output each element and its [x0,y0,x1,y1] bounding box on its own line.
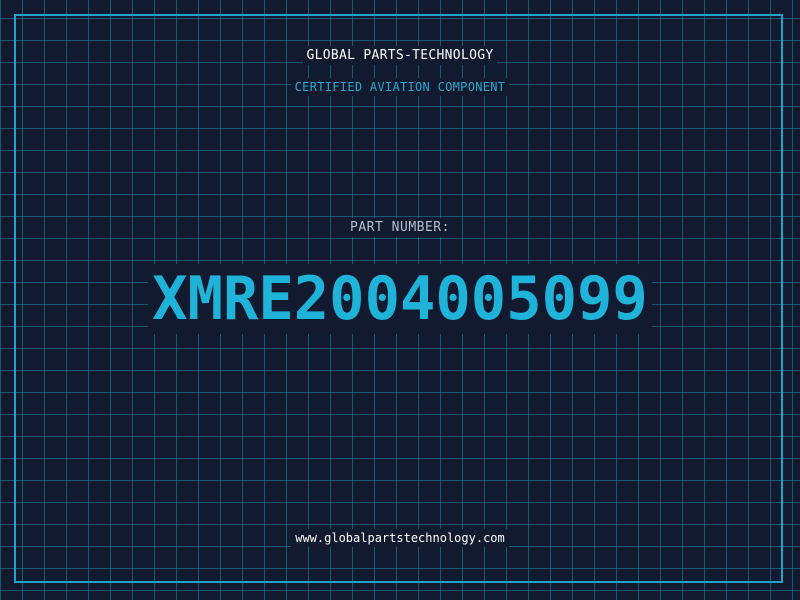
website-row: www.globalpartstechnology.com [0,529,800,547]
website-url: www.globalpartstechnology.com [291,529,509,547]
part-number-label: PART NUMBER: [346,218,454,237]
part-number-value: XMRE2004005099 [148,264,652,334]
subtitle-row: CERTIFIED AVIATION COMPONENT [0,78,800,96]
company-name: GLOBAL PARTS-TECHNOLOGY [302,46,498,65]
company-name-row: GLOBAL PARTS-TECHNOLOGY [0,46,800,65]
part-label-card: GLOBAL PARTS-TECHNOLOGY CERTIFIED AVIATI… [0,0,800,600]
part-number-row: XMRE2004005099 [8,264,792,334]
part-number-label-row: PART NUMBER: [0,218,800,237]
certification-subtitle: CERTIFIED AVIATION COMPONENT [290,78,510,96]
